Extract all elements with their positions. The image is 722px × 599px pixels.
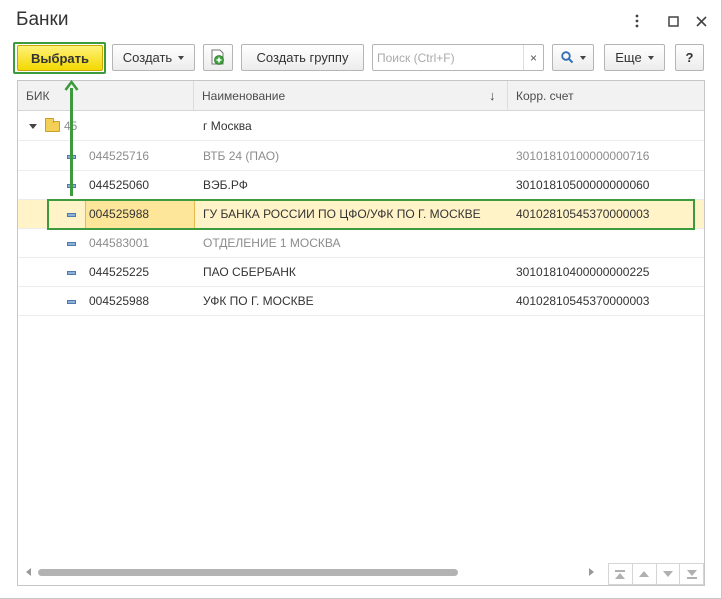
copy-button[interactable] bbox=[203, 44, 233, 71]
column-header-account[interactable]: Корр. счет bbox=[508, 81, 704, 111]
row-bik: 044525225 bbox=[89, 265, 150, 279]
go-top-button[interactable] bbox=[609, 564, 633, 584]
bank-item-icon bbox=[67, 271, 76, 275]
create-button-label: Создать bbox=[122, 50, 173, 65]
row-name: ВТБ 24 (ПАО) bbox=[203, 149, 280, 163]
table-row[interactable]: 044525060 ВЭБ.РФ 30101810500000000060 bbox=[18, 171, 704, 200]
maximize-icon[interactable] bbox=[664, 12, 682, 30]
row-name: УФК ПО Г. МОСКВЕ bbox=[203, 294, 314, 308]
folder-name: г Москва bbox=[203, 119, 252, 133]
scroll-left-icon[interactable] bbox=[26, 568, 31, 576]
more-button[interactable]: Еще bbox=[604, 44, 665, 71]
folder-account bbox=[516, 112, 702, 141]
column-header-bik[interactable]: БИК bbox=[18, 81, 194, 111]
row-account bbox=[516, 229, 702, 258]
row-name: ВЭБ.РФ bbox=[203, 178, 248, 192]
folder-bik: 45 bbox=[64, 112, 168, 141]
table-header: БИК Наименование ↓ Корр. счет bbox=[18, 81, 704, 111]
column-header-name-label: Наименование bbox=[202, 89, 286, 103]
more-vertical-icon[interactable] bbox=[628, 12, 646, 30]
banks-window: Банки Выбрать Создать Создать группу × bbox=[0, 0, 722, 599]
table-row[interactable]: 044525225 ПАО СБЕРБАНК 30101810400000000… bbox=[18, 258, 704, 287]
find-button[interactable] bbox=[552, 44, 594, 71]
scroll-down-button[interactable] bbox=[657, 564, 681, 584]
table-row[interactable]: 044525716 ВТБ 24 (ПАО) 30101810100000000… bbox=[18, 142, 704, 171]
folder-row[interactable]: 45 г Москва bbox=[18, 112, 704, 141]
help-button[interactable]: ? bbox=[675, 44, 704, 71]
row-bik: 044525716 bbox=[89, 149, 150, 163]
copy-add-icon bbox=[211, 49, 224, 65]
row-account: 40102810545370000003 bbox=[516, 294, 650, 308]
clear-search-button[interactable]: × bbox=[523, 45, 543, 70]
title-bar: Банки bbox=[0, 0, 722, 40]
annotation-arrow-line bbox=[70, 88, 73, 196]
table-row[interactable]: 044583001 ОТДЕЛЕНИЕ 1 МОСКВА bbox=[18, 229, 704, 258]
scroll-thumb[interactable] bbox=[38, 569, 458, 576]
folder-icon bbox=[45, 118, 60, 132]
search-box: × bbox=[372, 44, 544, 71]
horizontal-scrollbar[interactable] bbox=[26, 567, 594, 579]
sort-down-icon: ↓ bbox=[489, 88, 496, 103]
row-bik: 044583001 bbox=[89, 236, 150, 250]
arrow-up-icon bbox=[639, 571, 650, 577]
row-name: ОТДЕЛЕНИЕ 1 МОСКВА bbox=[203, 236, 341, 250]
go-bottom-icon bbox=[686, 569, 697, 579]
expand-triangle-icon[interactable] bbox=[29, 124, 37, 129]
selected-row-highlight bbox=[47, 199, 695, 230]
row-account: 30101810500000000060 bbox=[516, 178, 650, 192]
arrow-down-icon bbox=[662, 571, 673, 577]
row-bik: 004525988 bbox=[89, 294, 150, 308]
search-input[interactable] bbox=[373, 45, 523, 70]
bank-item-icon bbox=[67, 300, 76, 304]
select-button[interactable]: Выбрать bbox=[17, 45, 103, 71]
chevron-down-icon bbox=[579, 55, 586, 60]
scroll-right-icon[interactable] bbox=[589, 568, 594, 576]
table-row[interactable]: 004525988 УФК ПО Г. МОСКВЕ 4010281054537… bbox=[18, 287, 704, 316]
row-account: 30101810400000000225 bbox=[516, 265, 650, 279]
annotation-arrow-up-icon bbox=[64, 80, 79, 91]
row-bik: 044525060 bbox=[89, 178, 150, 192]
create-group-button[interactable]: Создать группу bbox=[241, 44, 364, 71]
row-name: ПАО СБЕРБАНК bbox=[203, 265, 296, 279]
window-title: Банки bbox=[16, 9, 69, 30]
list-navigation bbox=[608, 563, 704, 585]
row-account: 30101810100000000716 bbox=[516, 149, 650, 163]
create-button[interactable]: Создать bbox=[112, 44, 195, 71]
more-button-label: Еще bbox=[615, 50, 642, 65]
banks-table: БИК Наименование ↓ Корр. счет 45 г Москв… bbox=[17, 80, 705, 586]
column-header-name[interactable]: Наименование ↓ bbox=[194, 81, 508, 111]
toolbar: Выбрать Создать Создать группу × Еще bbox=[0, 42, 722, 76]
chevron-down-icon bbox=[178, 55, 185, 60]
scroll-up-button[interactable] bbox=[633, 564, 657, 584]
close-icon[interactable] bbox=[692, 12, 710, 30]
go-bottom-button[interactable] bbox=[680, 564, 703, 584]
search-icon bbox=[560, 51, 573, 64]
bank-item-icon bbox=[67, 242, 76, 246]
go-top-icon bbox=[615, 569, 626, 579]
chevron-down-icon bbox=[647, 55, 654, 60]
